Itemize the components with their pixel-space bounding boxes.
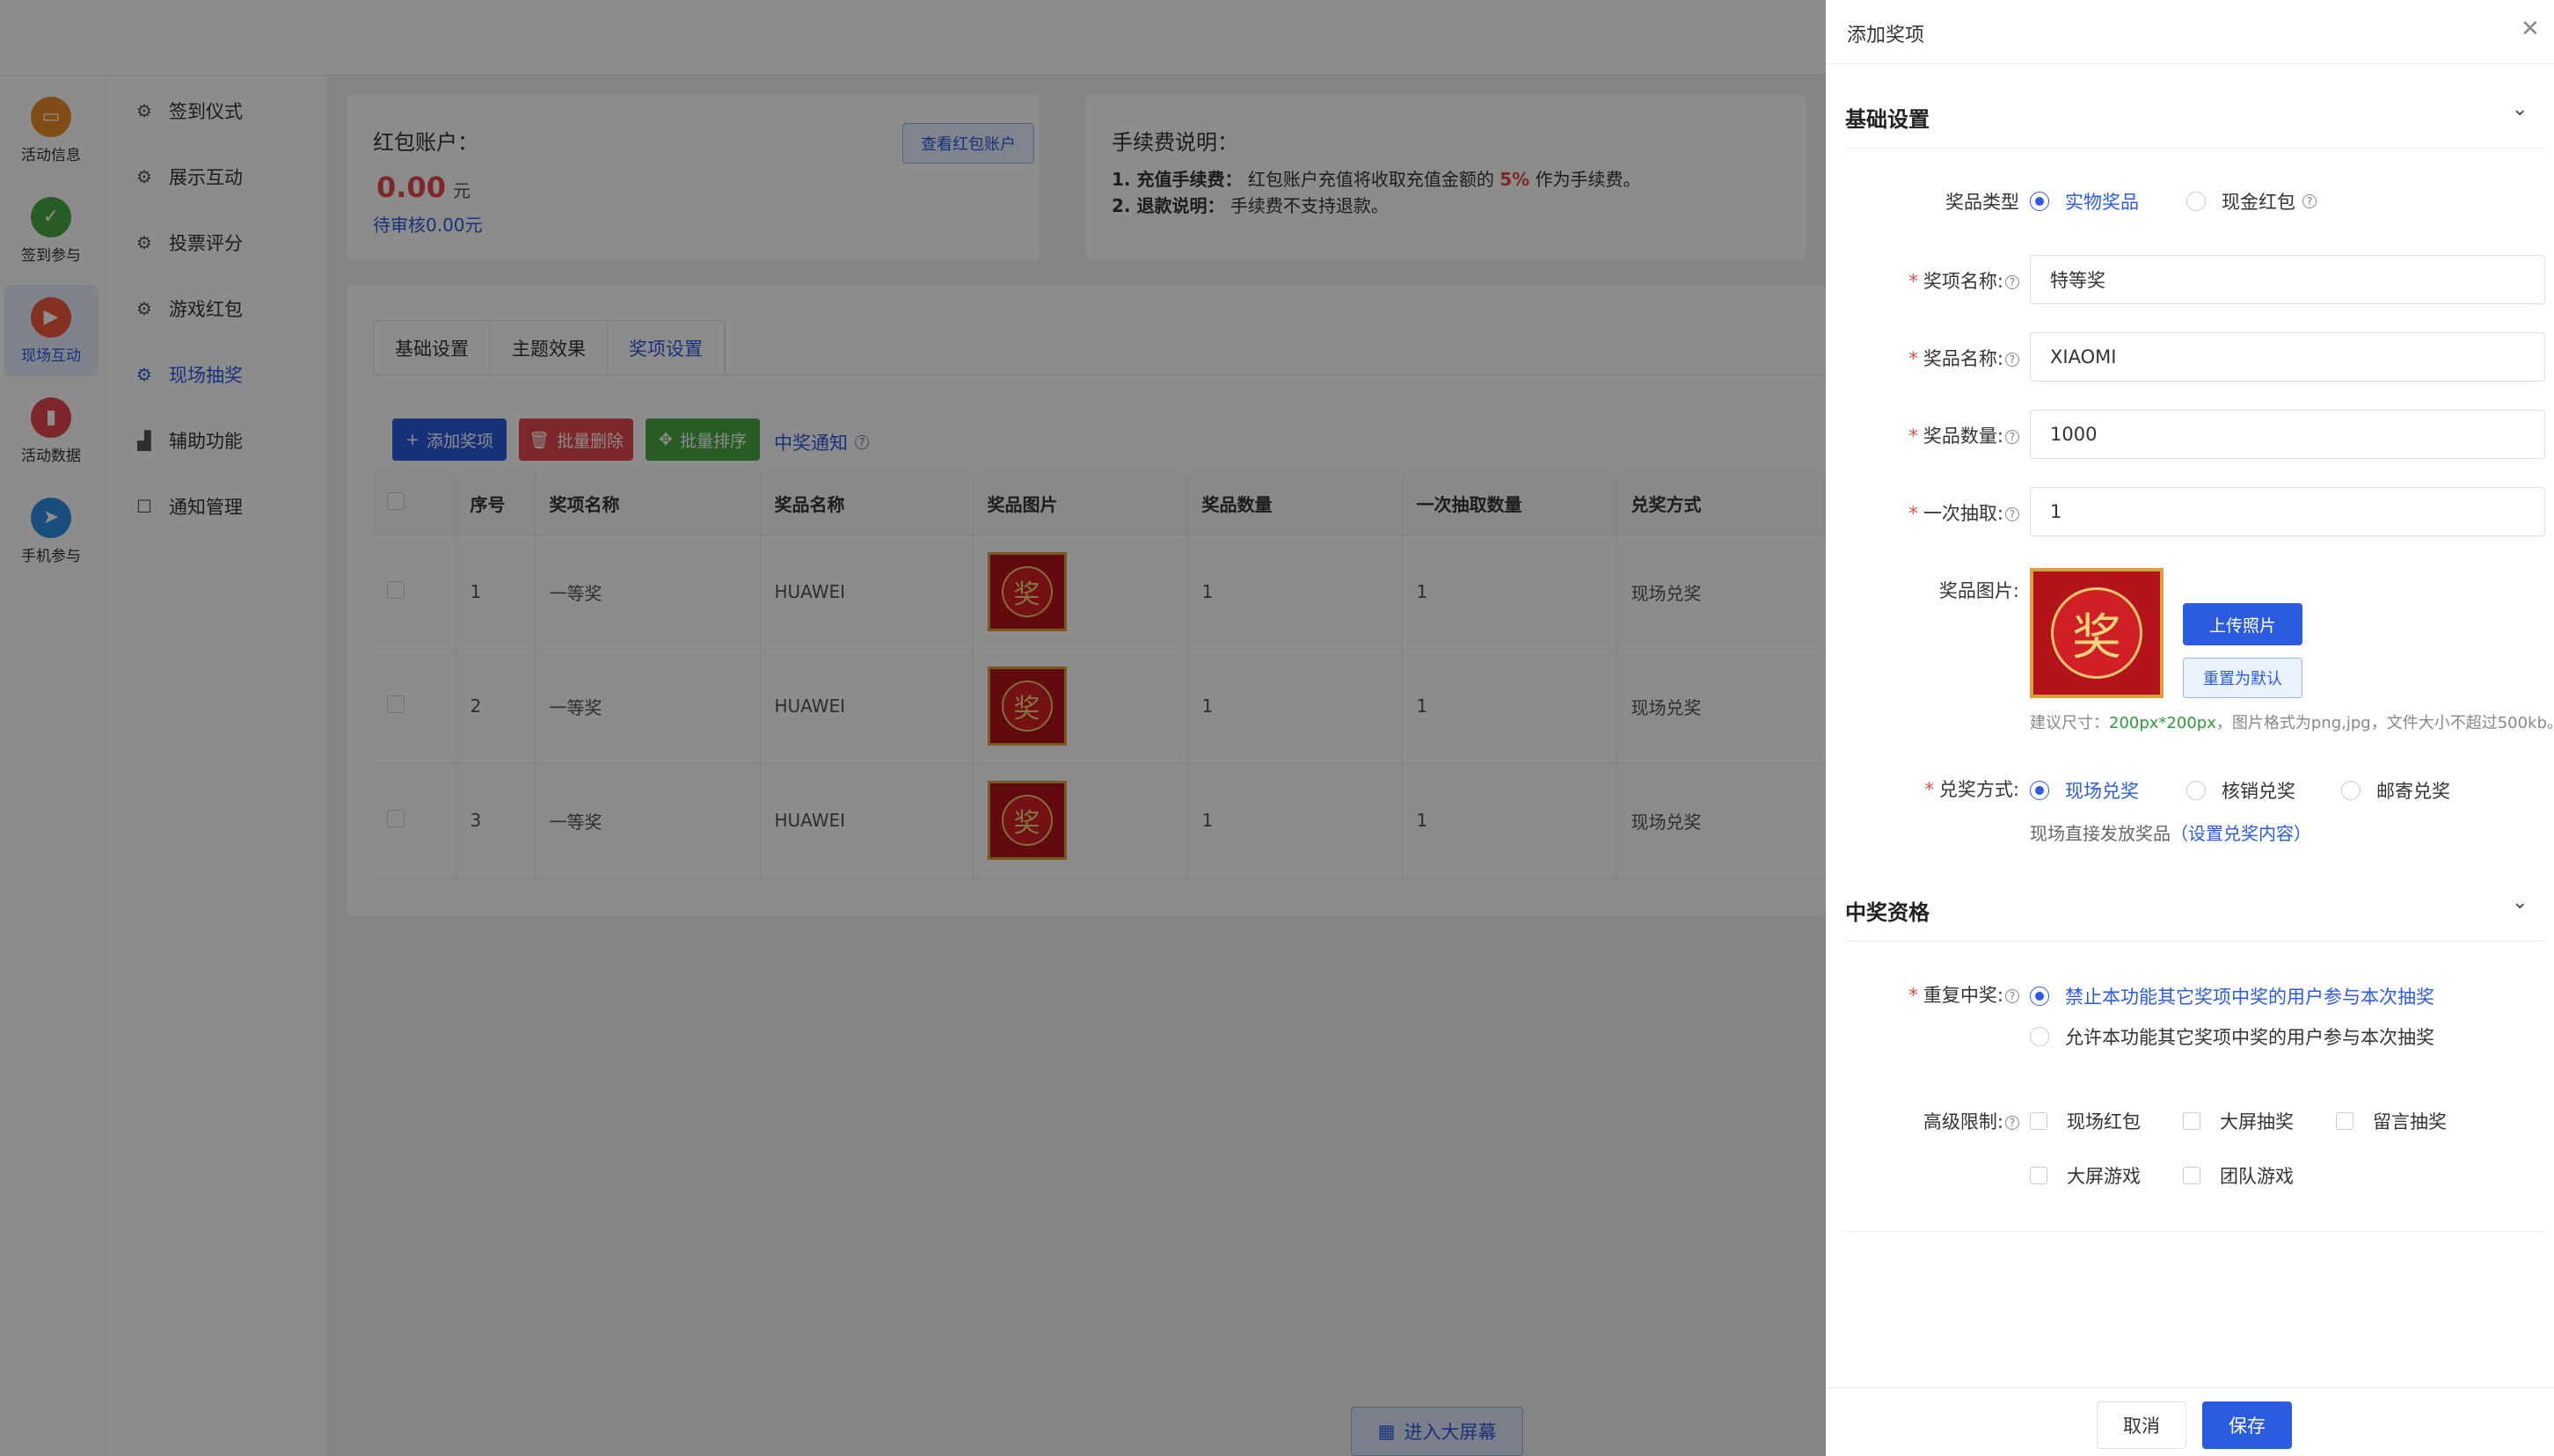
advanced-limit-label: 高级限制:? [1826,1108,2019,1134]
radio-dot [2341,781,2361,800]
required-mark: * [1908,271,1918,292]
help-icon: ? [2005,989,2019,1003]
radio-dot [2030,1027,2049,1046]
help-icon: ? [2005,507,2019,521]
radio-dot [2186,781,2206,800]
checkbox-box [2183,1112,2200,1130]
section-win-qualification: 中奖资格 [1845,900,1930,925]
prize-badge: 奖 [2051,587,2142,679]
chevron-down-icon[interactable]: ⌄ [2512,892,2528,914]
once-draw-input[interactable]: 1 [2030,487,2545,536]
help-icon: ? [2005,430,2019,444]
help-icon: ? [2005,275,2019,289]
prize-name-label: * 奖品名称:? [1826,345,2019,371]
prize-type-label: 奖品类型 [1945,192,2019,213]
footer-divider [1826,1387,2554,1388]
checkbox-live-redpacket[interactable]: 现场红包 [2030,1108,2141,1134]
set-redeem-content-link[interactable]: （设置兑奖内容） [2171,823,2311,844]
modal-overlay[interactable] [0,0,1826,1456]
help-icon: ? [2302,194,2317,208]
once-draw-label: * 一次抽取:? [1826,499,2019,526]
redeem-note: 现场直接发放奖品（设置兑奖内容） [2030,823,2311,844]
radio-physical-prize[interactable]: 实物奖品 [2030,188,2139,215]
radio-dot [2030,986,2049,1006]
divider [1845,941,2545,942]
radio-cash-redpacket[interactable]: 现金红包 ? [2186,188,2317,215]
radio-allow-repeat[interactable]: 允许本功能其它奖项中奖的用户参与本次抽奖 [2030,1023,2434,1050]
radio-dot [2186,192,2206,211]
award-name-label: * 奖项名称:? [1826,267,2019,294]
prize-image-preview: 奖 [2030,568,2164,698]
checkbox-message-lottery[interactable]: 留言抽奖 [2336,1108,2447,1134]
chevron-down-icon[interactable]: ⌄ [2512,98,2528,120]
checkbox-box [2183,1167,2200,1184]
close-icon[interactable]: ✕ [2521,16,2540,42]
required-mark: * [1908,426,1918,447]
cancel-button[interactable]: 取消 [2097,1401,2186,1449]
drawer-title: 添加奖项 [1847,25,1925,47]
prize-image-label: 奖品图片: [1938,580,2019,601]
radio-forbid-repeat[interactable]: 禁止本功能其它奖项中奖的用户参与本次抽奖 [2030,983,2434,1009]
required-mark: * [1908,348,1918,369]
divider [1826,63,2554,64]
radio-verify-redeem[interactable]: 核销兑奖 [2186,777,2295,804]
section-basic-settings: 基础设置 [1845,107,1930,132]
prize-name-input[interactable]: XIAOMI [2030,332,2545,382]
checkbox-box [2030,1112,2047,1130]
add-prize-drawer: 添加奖项 ✕ 基础设置 ⌄ 奖品类型 实物奖品 现金红包 ? * 奖项名称:? 特… [1826,0,2554,1456]
required-mark: * [1924,779,1934,800]
checkbox-team-game[interactable]: 团队游戏 [2183,1162,2294,1189]
required-mark: * [1908,503,1918,524]
checkbox-box [2336,1112,2353,1130]
required-mark: * [1908,985,1918,1006]
save-button[interactable]: 保存 [2202,1401,2292,1449]
radio-onsite-redeem[interactable]: 现场兑奖 [2030,777,2139,804]
checkbox-screen-game[interactable]: 大屏游戏 [2030,1162,2141,1189]
prize-qty-label: * 奖品数量:? [1826,422,2019,448]
radio-dot [2030,781,2049,800]
divider [1845,1231,2545,1232]
redeem-method-label: * 兑奖方式: [1924,779,2019,800]
radio-dot [2030,192,2049,211]
help-icon: ? [2005,353,2019,367]
divider [1845,148,2545,149]
checkbox-screen-lottery[interactable]: 大屏抽奖 [2183,1108,2294,1134]
repeat-win-label: * 重复中奖:? [1826,981,2019,1008]
radio-mail-redeem[interactable]: 邮寄兑奖 [2341,777,2450,804]
reset-default-button[interactable]: 重置为默认 [2183,658,2302,698]
upload-photo-button[interactable]: 上传照片 [2183,603,2302,645]
help-icon: ? [2005,1116,2019,1130]
prize-qty-input[interactable]: 1000 [2030,410,2545,459]
image-hint: 建议尺寸：200px*200px，图片格式为png,jpg，文件大小不超过500… [2030,714,2554,732]
checkbox-box [2030,1167,2047,1184]
award-name-input[interactable]: 特等奖 [2030,255,2545,304]
